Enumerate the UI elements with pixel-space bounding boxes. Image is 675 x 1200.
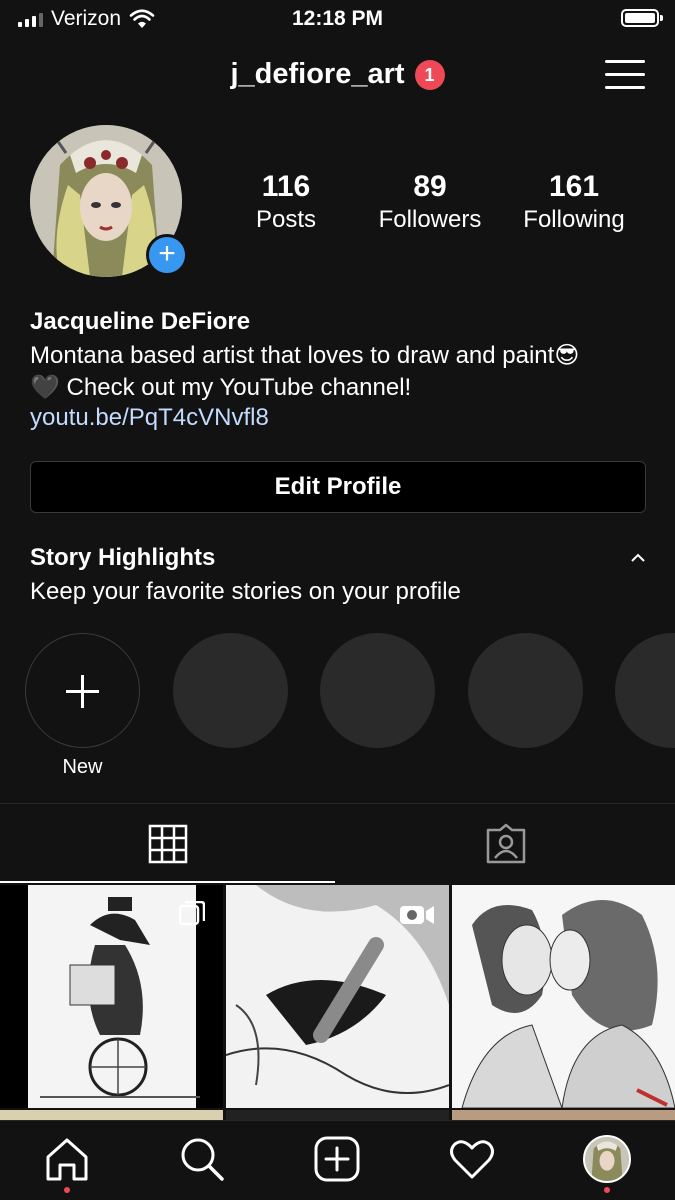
followers-label: Followers [378, 206, 482, 233]
profile-notification-dot [604, 1187, 610, 1193]
status-bar: Verizon 12:18 PM [0, 0, 675, 38]
highlight-placeholder [320, 633, 435, 748]
nav-activity[interactable] [448, 1135, 496, 1183]
posts-label: Posts [255, 206, 317, 233]
nav-home[interactable] [43, 1135, 91, 1193]
posts-count: 116 [261, 170, 311, 203]
activity-heart-icon [450, 1140, 494, 1179]
username: j_defiore_art [230, 58, 405, 90]
story-highlights-title: Story Highlights [30, 544, 216, 571]
carousel-icon [179, 901, 205, 926]
profile-avatar [585, 1137, 629, 1181]
edit-profile-button[interactable]: Edit Profile [30, 461, 646, 513]
bio-link[interactable]: youtu.be/PqT4cVNvfl8 [30, 404, 269, 432]
profile-tabs [0, 804, 675, 884]
profile-username-header[interactable]: j_defiore_art 1 [0, 58, 675, 91]
clock: 12:18 PM [291, 7, 384, 30]
battery-icon [621, 9, 663, 27]
followers-count: 89 [413, 170, 447, 203]
post-thumbnail[interactable] [0, 1110, 223, 1120]
tab-tagged[interactable] [338, 804, 675, 884]
home-icon [46, 1138, 88, 1181]
chevron-up-icon[interactable] [628, 548, 648, 568]
following-stat[interactable]: 161 Following [504, 170, 644, 236]
nav-new-post[interactable] [313, 1135, 361, 1183]
tab-grid[interactable] [0, 804, 337, 884]
tagged-user-icon [486, 823, 526, 864]
post-thumbnail[interactable] [0, 885, 223, 1108]
highlight-placeholder [615, 633, 675, 748]
new-highlight-label: New [62, 756, 103, 778]
bottom-nav [0, 1120, 675, 1200]
notification-badge: 1 [414, 59, 445, 90]
following-count: 161 [548, 170, 600, 203]
post-thumbnail[interactable] [226, 885, 449, 1108]
post-thumbnail[interactable] [452, 885, 675, 1108]
full-name: Jacqueline DeFiore [30, 308, 251, 335]
search-icon [181, 1138, 224, 1181]
nav-profile[interactable] [583, 1135, 631, 1183]
new-highlight-button[interactable] [25, 633, 140, 748]
nav-search[interactable] [178, 1135, 226, 1183]
following-label: Following [523, 206, 625, 233]
post-thumbnail[interactable] [452, 1110, 675, 1120]
grid-icon [148, 824, 188, 864]
post-artwork [452, 885, 675, 1108]
posts-stat[interactable]: 116 Posts [216, 170, 356, 236]
highlight-placeholder [468, 633, 583, 748]
story-highlights-subtitle: Keep your favorite stories on your profi… [30, 578, 461, 605]
bio-text: Montana based artist that loves to draw … [30, 340, 655, 404]
highlight-placeholder [173, 633, 288, 748]
followers-stat[interactable]: 89 Followers [360, 170, 500, 236]
add-story-button[interactable]: + [146, 234, 188, 276]
home-notification-dot [64, 1187, 70, 1193]
active-tab-indicator [0, 881, 335, 883]
new-post-icon [314, 1136, 360, 1182]
post-thumbnail[interactable] [226, 1110, 449, 1120]
video-icon [400, 906, 434, 924]
bio-line: Montana based artist that loves to draw … [30, 342, 580, 369]
bio-line: 🖤 Check out my YouTube channel! [30, 374, 412, 401]
menu-button[interactable] [605, 60, 645, 90]
